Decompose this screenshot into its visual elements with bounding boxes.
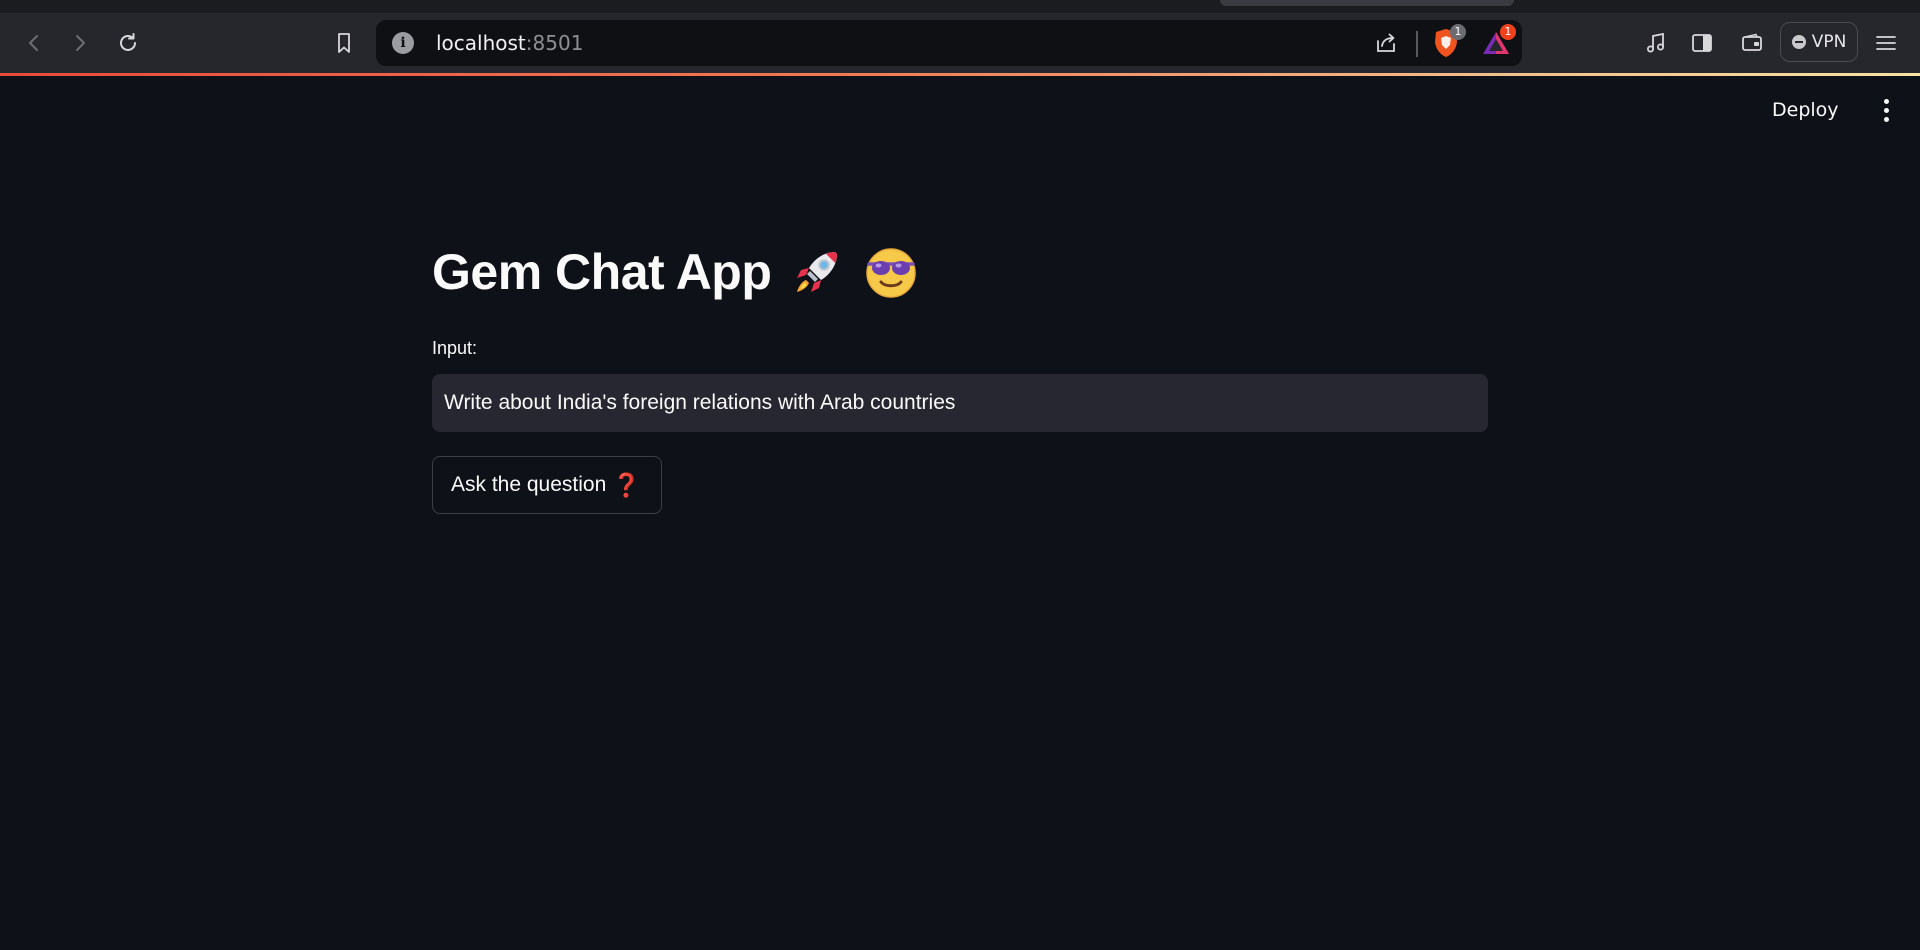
reload-icon xyxy=(120,33,136,51)
page-title-text: Gem Chat App xyxy=(432,244,772,300)
ask-question-label: Ask the question xyxy=(451,473,607,496)
url-host: localhost xyxy=(436,31,526,55)
wallet-icon xyxy=(1742,33,1762,51)
media-button[interactable] xyxy=(1638,25,1674,61)
accent-gradient-line xyxy=(0,73,1920,76)
main-content: Gem Chat App Input: Ask the question ❓ xyxy=(432,236,1488,514)
rocket-icon xyxy=(797,252,838,292)
vpn-button[interactable]: VPN xyxy=(1780,22,1858,62)
url-port: :8501 xyxy=(525,31,584,55)
chevron-left-icon xyxy=(29,35,38,51)
music-note-icon xyxy=(1647,32,1664,53)
bookmark-button[interactable] xyxy=(326,25,362,61)
main-menu-button[interactable] xyxy=(1874,96,1898,124)
reload-button[interactable] xyxy=(110,25,146,61)
rewards-count-badge: 1 xyxy=(1500,24,1516,40)
kebab-dot xyxy=(1883,107,1889,113)
kebab-dot xyxy=(1883,116,1889,122)
browser-toolbar: i localhost:8501 1 1 VPN xyxy=(0,13,1920,74)
sunglasses-smiley-icon xyxy=(866,248,917,298)
page-title: Gem Chat App xyxy=(432,236,1488,308)
vpn-status-icon xyxy=(1791,35,1806,49)
sidebar-toggle-button[interactable] xyxy=(1684,25,1720,61)
kebab-dot xyxy=(1883,98,1889,104)
back-button[interactable] xyxy=(16,25,52,61)
address-bar[interactable]: i localhost:8501 1 1 xyxy=(376,20,1522,66)
input-label: Input: xyxy=(432,338,478,358)
wallet-button[interactable] xyxy=(1734,25,1770,61)
bookmark-icon xyxy=(338,33,350,53)
question-mark-icon: ❓ xyxy=(612,471,641,498)
shield-count-badge: 1 xyxy=(1450,24,1466,40)
deploy-button[interactable]: Deploy xyxy=(1772,96,1839,124)
url-text[interactable]: localhost:8501 xyxy=(436,31,583,55)
url-divider xyxy=(1416,31,1418,57)
ask-question-button[interactable]: Ask the question ❓ xyxy=(432,456,662,514)
site-info-icon[interactable]: i xyxy=(392,32,414,54)
hamburger-menu-icon xyxy=(1876,36,1896,50)
forward-button[interactable] xyxy=(62,25,98,61)
vpn-label: VPN xyxy=(1811,32,1847,52)
sidebar-icon xyxy=(1692,34,1712,52)
share-icon[interactable] xyxy=(1372,29,1400,57)
question-input[interactable] xyxy=(432,374,1488,432)
tab-edge[interactable] xyxy=(1220,0,1514,6)
tab-strip xyxy=(0,0,1920,13)
chevron-right-icon xyxy=(76,35,85,51)
browser-menu-button[interactable] xyxy=(1868,25,1904,61)
